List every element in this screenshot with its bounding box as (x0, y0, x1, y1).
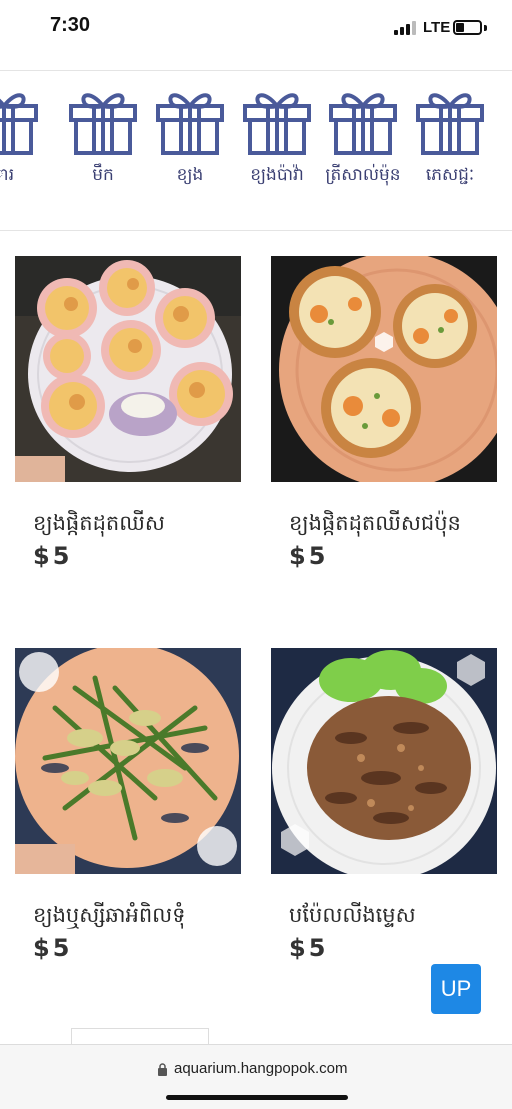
product-image[interactable] (15, 256, 241, 482)
signal-icon (394, 21, 420, 35)
category-label: មឹក (92, 165, 114, 185)
product-name: បប៉ែលលីងម្ទេស (289, 903, 416, 927)
gift-icon (0, 93, 38, 155)
category-label: ភេសជ្ជៈ (425, 165, 475, 185)
category-item[interactable]: ខ្យងប៉ាវ៉ា (237, 80, 317, 186)
product-name: ខ្យងផ្កិតដុតឈីសជប៉ុន (289, 511, 461, 535)
product-card[interactable]: ខ្យងផ្កិតដុតឈីសជប៉ុន $5 (271, 256, 501, 570)
product-card[interactable]: បប៉ែលលីងម្ទេស $5 (271, 648, 501, 962)
category-strip[interactable]: ារ មឹក ខ្យង ខ្យងប៉ាវ៉ា ត្រីសាល់ម៉ុន ភេសជ… (0, 80, 512, 225)
category-item[interactable]: មឹក (63, 80, 143, 186)
lock-icon (158, 1063, 167, 1076)
home-indicator (166, 1095, 348, 1100)
product-image[interactable] (271, 648, 497, 874)
status-time: 7:30 (50, 14, 91, 36)
category-label: ខ្យង (176, 165, 204, 185)
category-label: ត្រីសាល់ម៉ុន (325, 165, 401, 185)
product-price: $5 (289, 934, 329, 962)
category-label: ារ (0, 165, 15, 185)
product-price: $5 (33, 934, 73, 962)
url-text[interactable]: aquarium.hangpopok.com (174, 1060, 347, 1077)
scroll-up-button[interactable]: UP (431, 964, 481, 1014)
category-item[interactable]: ត្រីសាល់ម៉ុន (323, 80, 403, 186)
category-item[interactable]: ខ្យង (150, 80, 230, 186)
product-image[interactable] (271, 256, 497, 482)
gift-icon (329, 93, 397, 155)
battery-icon (453, 20, 482, 35)
product-name: ខ្យងឬស្សីឆាអំពិលទុំ (33, 903, 186, 927)
product-card[interactable]: ខ្យងឬស្សីឆាអំពិលទុំ $5 (15, 648, 245, 962)
network-label: LTE (423, 19, 451, 36)
gift-icon (243, 93, 311, 155)
divider (0, 70, 512, 71)
gift-icon (416, 93, 484, 155)
category-item[interactable]: ភេសជ្ជៈ (410, 80, 490, 186)
category-item[interactable]: ារ (0, 80, 44, 186)
product-price: $5 (289, 542, 329, 570)
divider (0, 230, 512, 231)
product-image[interactable] (15, 648, 241, 874)
product-name: ខ្យងផ្កិតដុតឈីស (33, 511, 165, 535)
product-card[interactable]: ខ្យងផ្កិតដុតឈីស $5 (15, 256, 245, 570)
status-bar: 7:30 LTE (0, 0, 512, 58)
browser-url-bar[interactable]: aquarium.hangpopok.com (0, 1044, 512, 1109)
category-label: ខ្យងប៉ាវ៉ា (250, 165, 304, 185)
gift-icon (156, 93, 224, 155)
product-price: $5 (33, 542, 73, 570)
gift-icon (69, 93, 137, 155)
